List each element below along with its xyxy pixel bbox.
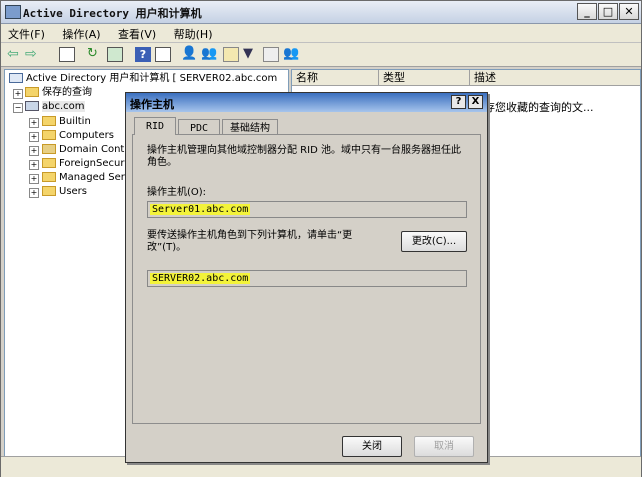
dialog-title-bar: 操作主机 ? X (126, 93, 487, 112)
refresh-icon[interactable]: ↻ (87, 47, 103, 62)
tree-item-managed-service[interactable]: Managed Serv (42, 171, 131, 185)
add-to-group-icon[interactable]: 👥 (283, 47, 299, 62)
find-icon[interactable] (263, 47, 279, 62)
app-icon (5, 5, 21, 19)
menu-action[interactable]: 操作(A) (55, 24, 107, 44)
back-icon[interactable]: ⇦ (7, 47, 23, 62)
close-dialog-button[interactable]: 关闭 (342, 436, 402, 457)
column-header-description[interactable]: 描述 (470, 70, 640, 86)
dialog-help-button[interactable]: ? (451, 95, 466, 109)
properties-icon[interactable] (155, 47, 171, 62)
title-bar: Active Directory 用户和计算机 _ □ ✕ (1, 1, 641, 24)
folder-icon (42, 186, 56, 196)
help-icon[interactable]: ? (135, 47, 151, 62)
tree-item-computers[interactable]: Computers (42, 129, 114, 143)
menu-bar: 文件(F) 操作(A) 查看(V) 帮助(H) (1, 24, 641, 43)
menu-view[interactable]: 查看(V) (111, 24, 163, 44)
column-header-name[interactable]: 名称 (292, 70, 379, 86)
expand-icon[interactable]: + (29, 188, 39, 198)
tree-item-domain[interactable]: abc.com (25, 100, 85, 114)
expand-icon[interactable]: + (29, 146, 39, 156)
menu-file[interactable]: 文件(F) (1, 24, 52, 44)
dialog-title: 操作主机 (130, 98, 174, 111)
minimize-button[interactable]: _ (577, 3, 597, 20)
rid-description: 操作主机管理向其他域控制器分配 RID 池。域中只有一台服务器担任此角色。 (147, 145, 461, 168)
tree-item-domain-controllers[interactable]: Domain Contr (42, 143, 128, 157)
collapse-icon[interactable]: − (13, 103, 23, 113)
tree-root[interactable]: Active Directory 用户和计算机 [ SERVER02.abc.c… (9, 72, 277, 86)
cancel-button[interactable]: 取消 (414, 436, 474, 457)
close-button[interactable]: ✕ (619, 3, 639, 20)
domain-icon (25, 101, 39, 111)
tab-rid[interactable]: RID (134, 117, 176, 135)
expand-icon[interactable]: + (29, 174, 39, 184)
tree-item-users[interactable]: Users (42, 185, 87, 199)
folder-icon (42, 116, 56, 126)
operations-master-field: Server01.abc.com (147, 201, 467, 218)
expand-icon[interactable]: + (13, 89, 23, 99)
toolbar: ⇦ ⇨ ↻ ? 👤 👥 ▼ 👥 (1, 43, 641, 67)
operations-master-label: 操作主机(O): (147, 187, 207, 198)
forward-icon[interactable]: ⇨ (25, 47, 41, 62)
folder-icon (42, 130, 56, 140)
operations-masters-dialog: 操作主机 ? X RID PDC 基础结构 操作主机管理向其他域控制器分配 RI… (125, 92, 488, 463)
expand-icon[interactable]: + (29, 132, 39, 142)
new-user-icon[interactable]: 👤 (181, 47, 197, 62)
filter-icon[interactable]: ▼ (243, 47, 259, 62)
dialog-close-icon[interactable]: X (468, 95, 483, 109)
new-group-icon[interactable]: 👥 (201, 47, 217, 62)
new-ou-icon[interactable] (223, 47, 239, 62)
maximize-button[interactable]: □ (598, 3, 618, 20)
folder-icon (25, 87, 39, 97)
console-tree-icon[interactable] (59, 47, 75, 62)
column-header-type[interactable]: 类型 (379, 70, 470, 86)
tree-item-saved-queries[interactable]: 保存的查询 (25, 86, 92, 100)
transfer-instruction: 要传送操作主机角色到下列计算机，请单击“更改”(T)。 (147, 230, 353, 253)
window-title: Active Directory 用户和计算机 (23, 7, 202, 20)
folder-icon (42, 172, 56, 182)
tree-item-builtin[interactable]: Builtin (42, 115, 91, 129)
export-icon[interactable] (107, 47, 123, 62)
directory-icon (9, 73, 23, 83)
tab-panel-rid: 操作主机管理向其他域控制器分配 RID 池。域中只有一台服务器担任此角色。 操作… (132, 134, 481, 424)
tree-item-foreign-security[interactable]: ForeignSecur (42, 157, 124, 171)
ou-folder-icon (42, 144, 56, 154)
folder-icon (42, 158, 56, 168)
target-computer-field: SERVER02.abc.com (147, 270, 467, 287)
list-item-description: 存您收藏的查询的文... (484, 101, 594, 114)
change-button[interactable]: 更改(C)... (401, 231, 467, 252)
expand-icon[interactable]: + (29, 160, 39, 170)
menu-help[interactable]: 帮助(H) (167, 24, 220, 44)
expand-icon[interactable]: + (29, 118, 39, 128)
